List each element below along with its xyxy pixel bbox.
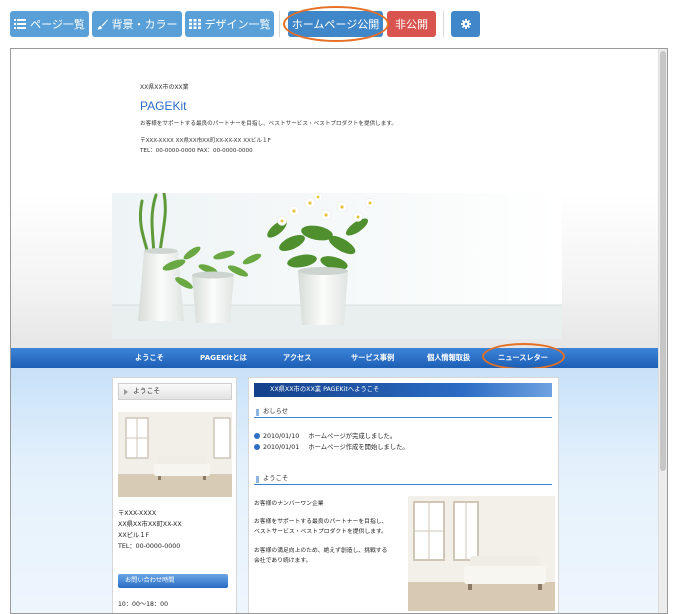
main-title-bar: XX県XX市のXX業 PAGEKitへようこそ bbox=[254, 383, 552, 397]
brush-icon bbox=[97, 19, 108, 29]
site-nav-bar: ようこそ PAGEKitとは アクセス サービス事例 個人情報取扱 ニュースレタ… bbox=[11, 348, 659, 368]
contact-hours: 10：00～18：00 bbox=[118, 601, 169, 608]
news-heading: おしらせ bbox=[254, 406, 552, 418]
welcome-paragraph-line: お客様をサポートする最良のパートナーを目指し、 bbox=[254, 519, 388, 525]
sidebar: ようこそ 〒XXX-XXXX XX県XX市XX町XX-XX XXビル１F TEL… bbox=[112, 377, 237, 613]
bullet-icon bbox=[254, 444, 260, 450]
welcome-lead: お客様のナンバーワン企業 bbox=[254, 501, 324, 507]
sidebar-room-photo bbox=[118, 412, 232, 497]
welcome-paragraph-line: 会社であり続けます。 bbox=[254, 558, 312, 564]
site-description: お客様をサポートする最良のパートナーを目指し、ベストサービス・ベストプロダクトを… bbox=[140, 121, 397, 127]
background-color-button[interactable]: 背景・カラー bbox=[92, 11, 182, 37]
nav-item-about[interactable]: PAGEKitとは bbox=[200, 348, 247, 368]
sidebar-heading: ようこそ bbox=[118, 383, 232, 400]
header-plant-image bbox=[112, 193, 562, 339]
sidebar-building: XXビル１F bbox=[118, 532, 150, 539]
bar-icon bbox=[256, 409, 259, 416]
nav-item-welcome[interactable]: ようこそ bbox=[135, 348, 164, 368]
preview-scrollbar[interactable] bbox=[658, 49, 667, 613]
settings-button[interactable] bbox=[451, 11, 480, 37]
sidebar-postal-code: 〒XXX-XXXX bbox=[118, 510, 157, 517]
page-list-button[interactable]: ページ一覧 bbox=[10, 11, 89, 37]
welcome-paragraph-line: ベストサービス・ベストプロダクトを提供します。 bbox=[254, 529, 387, 535]
toolbar-divider bbox=[279, 11, 280, 37]
toolbar-divider bbox=[443, 11, 444, 37]
arrow-right-icon bbox=[124, 389, 128, 395]
design-list-label: デザイン一覧 bbox=[204, 18, 271, 31]
editor-toolbar: ページ一覧 背景・カラー デザイン一覧 ホームページ公開 非公開 bbox=[0, 0, 680, 48]
background-color-label: 背景・カラー bbox=[111, 18, 178, 31]
nav-item-service-cases[interactable]: サービス事例 bbox=[351, 348, 394, 368]
site-preview-frame: XX県XX市のXX業 PAGEKit お客様をサポートする最良のパートナーを目指… bbox=[10, 48, 668, 614]
unpublish-button[interactable]: 非公開 bbox=[387, 11, 436, 37]
sidebar-address: XX県XX市XX町XX-XX bbox=[118, 521, 182, 528]
gear-icon bbox=[460, 19, 471, 29]
site-address: 〒XXX-XXXX XX県XX市XX町XX-XX-XX XXビル１F bbox=[140, 138, 271, 144]
bullet-icon bbox=[254, 433, 260, 439]
scrollbar-thumb[interactable] bbox=[660, 51, 666, 471]
nav-item-privacy[interactable]: 個人情報取扱 bbox=[427, 348, 470, 368]
design-list-button[interactable]: デザイン一覧 bbox=[185, 11, 274, 37]
publish-homepage-button[interactable]: ホームページ公開 bbox=[288, 11, 383, 37]
page-list-label: ページ一覧 bbox=[30, 18, 85, 31]
news-item: 2010/01/10 ホームページが完成しました。 bbox=[254, 431, 396, 440]
nav-item-access[interactable]: アクセス bbox=[283, 348, 311, 368]
sidebar-phone: TEL：00-0000-0000 bbox=[118, 543, 181, 550]
unpublish-label: 非公開 bbox=[395, 18, 428, 31]
news-item: 2010/01/01 ホームページ作成を開始しました。 bbox=[254, 442, 409, 451]
site-phone: TEL：00-0000-0000 FAX：00-0000-0000 bbox=[140, 148, 253, 154]
welcome-paragraph-line: お客様の満足向上のため、絶えず創造し、挑戦する bbox=[254, 548, 388, 554]
list-icon bbox=[14, 19, 27, 29]
site-company-name: XX県XX市のXX業 bbox=[140, 84, 189, 91]
welcome-heading: ようこそ bbox=[254, 473, 552, 485]
contact-hours-heading: お問い合わせ時間 bbox=[118, 574, 228, 588]
publish-label: ホームページ公開 bbox=[291, 18, 380, 31]
main-room-photo bbox=[408, 496, 555, 611]
site-title[interactable]: PAGEKit bbox=[140, 99, 186, 113]
nav-item-newsletter[interactable]: ニュースレター bbox=[498, 348, 548, 368]
bar-icon bbox=[256, 476, 259, 483]
grid-icon bbox=[188, 19, 201, 29]
main-content: XX県XX市のXX業 PAGEKitへようこそ おしらせ 2010/01/10 ホ… bbox=[248, 377, 559, 613]
